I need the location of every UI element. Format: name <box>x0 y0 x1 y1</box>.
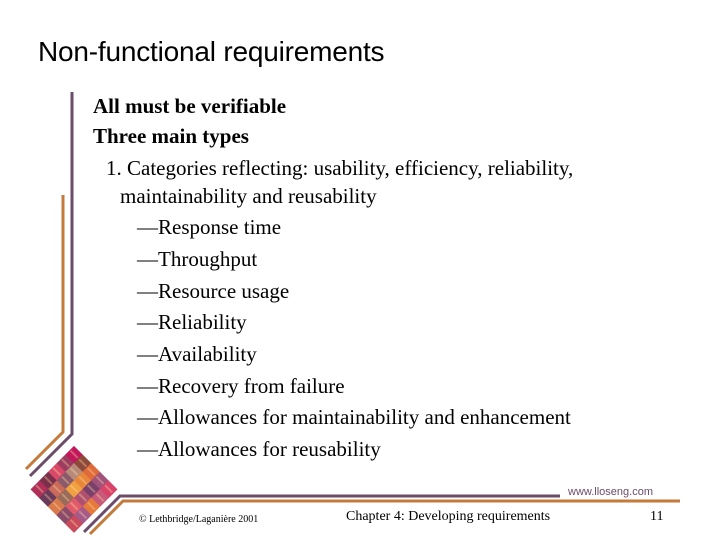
slide-title: Non-functional requirements <box>38 36 385 67</box>
sub-bullet-recovery: —Recovery from failure <box>137 374 345 398</box>
sub-bullet-response-time: —Response time <box>137 215 282 239</box>
bullet-categories: 1. Categories reflecting: usability, eff… <box>106 156 574 180</box>
page-number: 11 <box>650 509 664 524</box>
sub-bullet-reliability: —Reliability <box>137 310 247 334</box>
sub-bullet-maintainability: —Allowances for maintainability and enha… <box>137 405 571 429</box>
slide: Non-functional requirements All must be … <box>0 0 720 540</box>
footer-url: www.lloseng.com <box>568 486 653 498</box>
purple-frame-line <box>28 92 74 478</box>
sub-bullet-availability: —Availability <box>137 342 257 366</box>
sub-bullet-reusability: —Allowances for reusability <box>137 437 381 461</box>
sub-bullet-resource-usage: —Resource usage <box>137 279 290 303</box>
sub-bullet-throughput: —Throughput <box>137 247 258 271</box>
footer-chapter: Chapter 4: Developing requirements <box>346 509 551 524</box>
bullet-verifiable: All must be verifiable <box>93 94 287 118</box>
bullet-three-types: Three main types <box>93 124 249 148</box>
footer-copyright: © Lethbridge/Laganière 2001 <box>139 514 259 525</box>
bullet-categories-cont: maintainability and reusability <box>120 184 377 208</box>
orange-frame-line <box>24 195 65 471</box>
